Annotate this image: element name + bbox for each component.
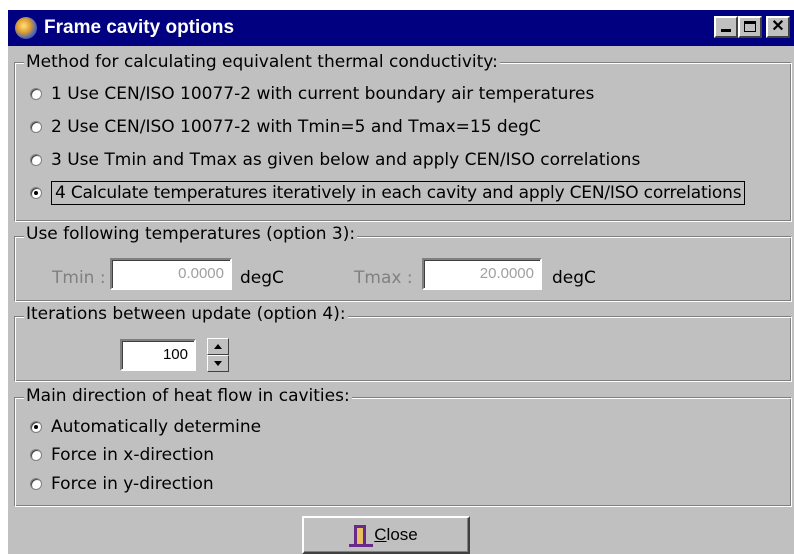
minimize-button[interactable] <box>714 16 738 38</box>
method-option-4[interactable]: 4 Calculate temperatures iteratively in … <box>30 181 746 205</box>
arrow-down-icon <box>214 361 222 366</box>
close-icon: ✕ <box>771 18 785 35</box>
method-option-1[interactable]: 1 Use CEN/ISO 10077-2 with current bound… <box>30 84 594 104</box>
spin-up-button[interactable] <box>207 338 229 355</box>
title-bar[interactable]: Frame cavity options ✕ <box>8 10 794 46</box>
iterations-input[interactable]: 100 <box>120 339 196 371</box>
method-group-legend: Method for calculating equivalent therma… <box>24 52 500 72</box>
method-option-3[interactable]: 3 Use Tmin and Tmax as given below and a… <box>30 150 640 170</box>
tmax-unit: degC <box>552 268 596 288</box>
radio-button-selected[interactable] <box>30 187 42 199</box>
temperature-group-legend: Use following temperatures (option 3): <box>24 224 358 244</box>
app-icon[interactable] <box>15 17 37 39</box>
radio-button[interactable] <box>30 88 42 100</box>
direction-option-y-label: Force in y-direction <box>51 474 214 494</box>
direction-option-x[interactable]: Force in x-direction <box>30 445 214 465</box>
iterations-group-legend: Iterations between update (option 4): <box>24 304 348 324</box>
method-option-2-label: 2 Use CEN/ISO 10077-2 with Tmin=5 and Tm… <box>51 117 541 137</box>
close-window-button[interactable]: ✕ <box>766 16 790 38</box>
method-option-3-label: 3 Use Tmin and Tmax as given below and a… <box>51 150 641 170</box>
method-option-1-label: 1 Use CEN/ISO 10077-2 with current bound… <box>51 84 595 104</box>
direction-option-x-label: Force in x-direction <box>51 445 214 465</box>
method-option-2[interactable]: 2 Use CEN/ISO 10077-2 with Tmin=5 and Tm… <box>30 117 541 137</box>
close-button-label-rest: lose <box>386 525 418 544</box>
radio-button[interactable] <box>30 449 42 461</box>
tmax-label: Tmax : <box>354 268 413 288</box>
method-option-4-label: 4 Calculate temperatures iteratively in … <box>51 181 746 205</box>
radio-button[interactable] <box>30 478 42 490</box>
close-button[interactable]: Close <box>302 516 470 554</box>
direction-option-auto[interactable]: Automatically determine <box>30 417 261 437</box>
tmin-unit: degC <box>240 268 284 288</box>
radio-button-selected[interactable] <box>30 421 42 433</box>
iterations-spinner[interactable] <box>207 338 229 372</box>
close-button-label: Close <box>374 525 417 545</box>
close-button-mnemonic: C <box>374 525 387 544</box>
spin-down-button[interactable] <box>207 355 229 372</box>
door-exit-icon <box>349 525 374 547</box>
direction-option-y[interactable]: Force in y-direction <box>30 474 214 494</box>
maximize-button[interactable] <box>738 16 762 38</box>
arrow-up-icon <box>214 344 222 349</box>
tmax-input[interactable]: 20.0000 <box>422 258 542 290</box>
direction-group-legend: Main direction of heat flow in cavities: <box>24 386 352 406</box>
tmin-label: Tmin : <box>52 268 106 288</box>
window-title: Frame cavity options <box>44 17 235 38</box>
tmin-input[interactable]: 0.0000 <box>110 258 232 290</box>
direction-option-auto-label: Automatically determine <box>51 417 262 437</box>
maximize-icon <box>744 21 756 32</box>
minimize-icon <box>721 29 731 32</box>
radio-button[interactable] <box>30 121 42 133</box>
radio-button[interactable] <box>30 154 42 166</box>
